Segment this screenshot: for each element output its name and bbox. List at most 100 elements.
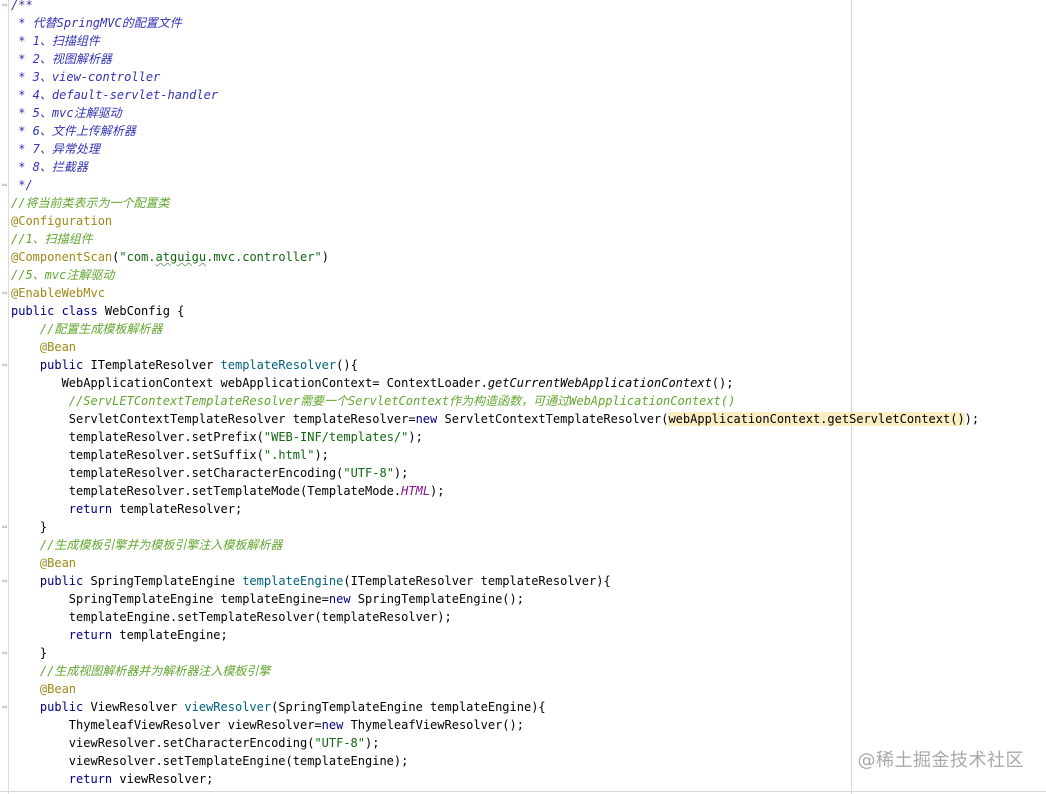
code-line[interactable]: templateResolver.setPrefix("WEB-INF/temp…: [0, 428, 1046, 446]
code-token: webApplicationContext.getServletContext(…: [668, 412, 965, 426]
code-line[interactable]: * 5、mvc注解驱动: [0, 104, 1046, 122]
code-line[interactable]: templateResolver.setTemplateMode(Templat…: [0, 482, 1046, 500]
code-editor[interactable]: ▭/** * 代替SpringMVC的配置文件 * 1、扫描组件 * 2、视图解…: [0, 0, 1046, 794]
code-token: viewResolver: [184, 700, 272, 714]
code-token: @Configuration: [11, 214, 113, 228]
code-token: new: [321, 718, 351, 732]
code-token: /**: [11, 0, 33, 12]
code-line[interactable]: ▭ }: [0, 518, 1046, 536]
code-line[interactable]: templateResolver.setSuffix(".html");: [0, 446, 1046, 464]
fold-marker-icon[interactable]: ▭: [1, 702, 8, 711]
code-line[interactable]: @Bean: [0, 680, 1046, 698]
code-line[interactable]: ▭ @EnableWebMvc: [0, 284, 1046, 302]
code-line[interactable]: @Bean: [0, 338, 1046, 356]
code-line[interactable]: * 3、view-controller: [0, 68, 1046, 86]
code-line[interactable]: WebApplicationContext webApplicationCont…: [0, 374, 1046, 392]
code-line[interactable]: ▭ */: [0, 176, 1046, 194]
code-token: //生成模板引擎并为模板引擎注入模板解析器: [39, 538, 283, 552]
code-token: * 4、default-servlet-handler: [11, 88, 219, 102]
code-token: }: [11, 646, 48, 660]
code-token: return: [68, 502, 120, 516]
code-token: );: [365, 736, 380, 750]
code-line[interactable]: return templateEngine;: [0, 626, 1046, 644]
code-token: templateEngine.setTemplateResolver(templ…: [11, 610, 452, 624]
code-token: * 8、拦截器: [11, 160, 88, 174]
code-line[interactable]: //将当前类表示为一个配置类: [0, 194, 1046, 212]
code-token: SpringTemplateEngine: [90, 574, 243, 588]
fold-marker-icon[interactable]: ▭: [1, 360, 8, 369]
code-token: @Bean: [39, 682, 77, 696]
code-token: @EnableWebMvc: [11, 286, 105, 300]
code-line[interactable]: @Bean: [0, 554, 1046, 572]
code-line[interactable]: * 4、default-servlet-handler: [0, 86, 1046, 104]
code-line[interactable]: ▭ }: [0, 644, 1046, 662]
code-token: * 1、扫描组件: [11, 34, 100, 48]
code-line[interactable]: ThymeleafViewResolver viewResolver=new T…: [0, 716, 1046, 734]
code-token: );: [430, 484, 445, 498]
code-line[interactable]: * 6、文件上传解析器: [0, 122, 1046, 140]
code-token: public: [39, 358, 91, 372]
code-token: templateEngine: [242, 574, 344, 588]
fold-marker-icon[interactable]: ▭: [1, 180, 8, 189]
code-line[interactable]: //5、mvc注解驱动: [0, 266, 1046, 284]
code-token: * 代替SpringMVC的配置文件: [11, 16, 182, 30]
code-line[interactable]: //ServLETContextTemplateResolver需要一个Serv…: [0, 392, 1046, 410]
code-token: SpringTemplateEngine();: [357, 592, 524, 606]
code-line[interactable]: SpringTemplateEngine templateEngine=new …: [0, 590, 1046, 608]
code-token: @Bean: [39, 556, 77, 570]
code-token: ViewResolver: [90, 700, 185, 714]
code-token: "WEB-INF/templates/": [263, 430, 409, 444]
code-line[interactable]: return templateResolver;: [0, 500, 1046, 518]
code-line[interactable]: * 2、视图解析器: [0, 50, 1046, 68]
code-token: }: [11, 520, 48, 534]
code-token: //ServLETContextTemplateResolver需要一个Serv…: [68, 394, 736, 408]
code-line[interactable]: ▭ public ViewResolver viewResolver(Sprin…: [0, 698, 1046, 716]
code-line[interactable]: @ComponentScan("com.atguigu.mvc.controll…: [0, 248, 1046, 266]
code-line[interactable]: //生成视图解析器并为解析器注入模板引擎: [0, 662, 1046, 680]
code-line[interactable]: * 7、异常处理: [0, 140, 1046, 158]
code-line[interactable]: ServletContextTemplateResolver templateR…: [0, 410, 1046, 428]
code-line[interactable]: ▭ public SpringTemplateEngine templateEn…: [0, 572, 1046, 590]
fold-marker-icon[interactable]: ▭: [1, 522, 8, 531]
code-line[interactable]: templateResolver.setCharacterEncoding("U…: [0, 464, 1046, 482]
code-token: @ComponentScan: [11, 250, 113, 264]
code-token: templateResolver.setPrefix(: [11, 430, 264, 444]
code-token: public: [39, 700, 91, 714]
code-token: "UTF-8": [314, 736, 366, 750]
code-line[interactable]: ▭/**: [0, 0, 1046, 14]
code-line[interactable]: //1、扫描组件: [0, 230, 1046, 248]
code-line[interactable]: //配置生成模板解析器: [0, 320, 1046, 338]
code-area[interactable]: ▭/** * 代替SpringMVC的配置文件 * 1、扫描组件 * 2、视图解…: [0, 0, 1046, 788]
code-token: public: [39, 574, 91, 588]
fold-marker-icon[interactable]: ▭: [1, 576, 8, 585]
code-token: * 6、文件上传解析器: [11, 124, 136, 138]
code-line[interactable]: * 1、扫描组件: [0, 32, 1046, 50]
code-line[interactable]: ▭ public ITemplateResolver templateResol…: [0, 356, 1046, 374]
code-token: atguigu: [155, 250, 207, 264]
fold-marker-icon[interactable]: ▭: [1, 648, 8, 657]
code-token: ();: [711, 376, 734, 390]
code-token: new: [415, 412, 445, 426]
code-line[interactable]: @Configuration: [0, 212, 1046, 230]
fold-marker-icon[interactable]: ▭: [1, 288, 8, 297]
code-token: new: [328, 592, 358, 606]
code-token: .mvc.controller": [206, 250, 322, 264]
code-token: templateResolver.setSuffix(: [11, 448, 264, 462]
code-line[interactable]: * 代替SpringMVC的配置文件: [0, 14, 1046, 32]
code-token: * 5、mvc注解驱动: [11, 106, 122, 120]
code-line[interactable]: //生成模板引擎并为模板引擎注入模板解析器: [0, 536, 1046, 554]
code-token: * 3、view-controller: [11, 70, 161, 84]
code-line[interactable]: * 8、拦截器: [0, 158, 1046, 176]
code-token: ServletContextTemplateResolver templateR…: [11, 412, 416, 426]
code-line[interactable]: templateEngine.setTemplateResolver(templ…: [0, 608, 1046, 626]
fold-marker-icon[interactable]: ▭: [1, 0, 8, 9]
code-token: viewResolver;: [119, 772, 214, 786]
code-token: ThymeleafViewResolver viewResolver=: [11, 718, 322, 732]
code-line[interactable]: public class WebConfig {: [0, 302, 1046, 320]
